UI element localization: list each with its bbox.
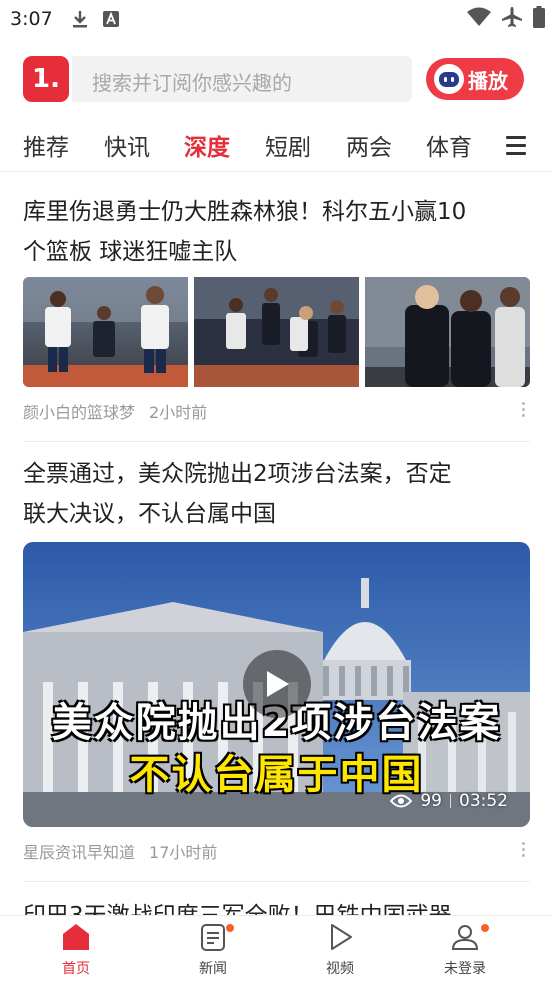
tab-sports[interactable]: 体育 xyxy=(426,128,472,162)
eye-icon xyxy=(390,794,413,808)
search-placeholder: 搜索并订阅你感兴趣的 xyxy=(92,71,292,95)
tab-depth[interactable]: 深度 xyxy=(184,128,230,162)
tab-flash[interactable]: 快讯 xyxy=(104,128,150,162)
a-box-icon xyxy=(102,11,119,27)
article-title: 全票通过，美众院抛出2项涉台法案，否定 联大决议，不认台属中国 xyxy=(23,461,452,527)
divider xyxy=(23,441,530,442)
app-logo[interactable]: 1. xyxy=(23,56,69,102)
robot-icon xyxy=(434,64,464,94)
play-icon[interactable] xyxy=(243,650,311,718)
tab-recommend[interactable]: 推荐 xyxy=(23,128,69,162)
search-input[interactable]: 搜索并订阅你感兴趣的 xyxy=(72,56,412,102)
airplane-icon xyxy=(502,7,522,27)
article-title: 印巴3天激战印度三军全败！巴铁中国武器 xyxy=(23,896,530,915)
home-icon xyxy=(63,924,89,950)
play-button[interactable]: 播放 xyxy=(426,58,524,100)
basketball-photo-3 xyxy=(365,277,530,387)
divider xyxy=(23,881,530,882)
article-time: 2小时前 xyxy=(149,403,208,422)
wifi-icon xyxy=(467,7,491,26)
nav-home[interactable]: 首页 xyxy=(36,922,116,978)
article-title: 库里伤退勇士仍大胜森林狼！科尔五小赢10 个篮板 球迷狂嘘主队 xyxy=(23,199,467,265)
nav-news[interactable]: 新闻 xyxy=(173,922,253,978)
video-icon xyxy=(331,924,352,950)
status-bar: 3:07 xyxy=(0,0,553,38)
menu-icon[interactable] xyxy=(506,136,526,155)
status-time: 3:07 xyxy=(10,8,53,30)
nav-video[interactable]: 视频 xyxy=(300,922,380,978)
image-strip xyxy=(23,277,530,387)
video-duration: 03:52 xyxy=(459,791,508,811)
profile-badge xyxy=(481,924,489,932)
article-time: 17小时前 xyxy=(149,843,218,862)
news-icon xyxy=(201,924,225,951)
article-source: 颜小白的篮球梦 xyxy=(23,403,136,422)
play-label: 播放 xyxy=(468,68,508,93)
news-card[interactable]: 印巴3天激战印度三军全败！巴铁中国武器 xyxy=(23,896,530,915)
basketball-photo-1 xyxy=(23,277,188,387)
tab-two-sessions[interactable]: 两会 xyxy=(346,128,392,162)
nav-profile[interactable]: 未登录 xyxy=(425,922,505,978)
download-icon xyxy=(72,11,87,28)
bottom-nav: 首页 新闻 视频 未登录 xyxy=(0,915,553,983)
channel-tabs: 推荐 快讯 深度 短剧 两会 体育 xyxy=(0,120,553,172)
article-meta: 颜小白的篮球梦 2小时前 xyxy=(23,399,207,423)
view-count: 99 xyxy=(420,791,442,811)
user-icon xyxy=(451,925,479,950)
more-icon[interactable] xyxy=(522,402,526,420)
tab-short-drama[interactable]: 短剧 xyxy=(265,128,311,162)
news-badge xyxy=(226,924,234,932)
battery-icon xyxy=(533,6,545,28)
video-thumbnail[interactable]: 美众院抛出2项涉台法案 不认台属于中国 99 03:52 xyxy=(23,542,530,827)
article-meta: 星辰资讯早知道 17小时前 xyxy=(23,839,217,863)
more-icon[interactable] xyxy=(522,842,526,860)
basketball-photo-2 xyxy=(194,277,359,387)
news-card[interactable]: 库里伤退勇士仍大胜森林狼！科尔五小赢10 个篮板 球迷狂嘘主队 颜小白的篮球梦 … xyxy=(23,192,530,427)
article-source: 星辰资讯早知道 xyxy=(23,843,136,862)
video-stats: 99 03:52 xyxy=(390,791,508,811)
search-header: 1. 搜索并订阅你感兴趣的 播放 xyxy=(0,48,553,110)
